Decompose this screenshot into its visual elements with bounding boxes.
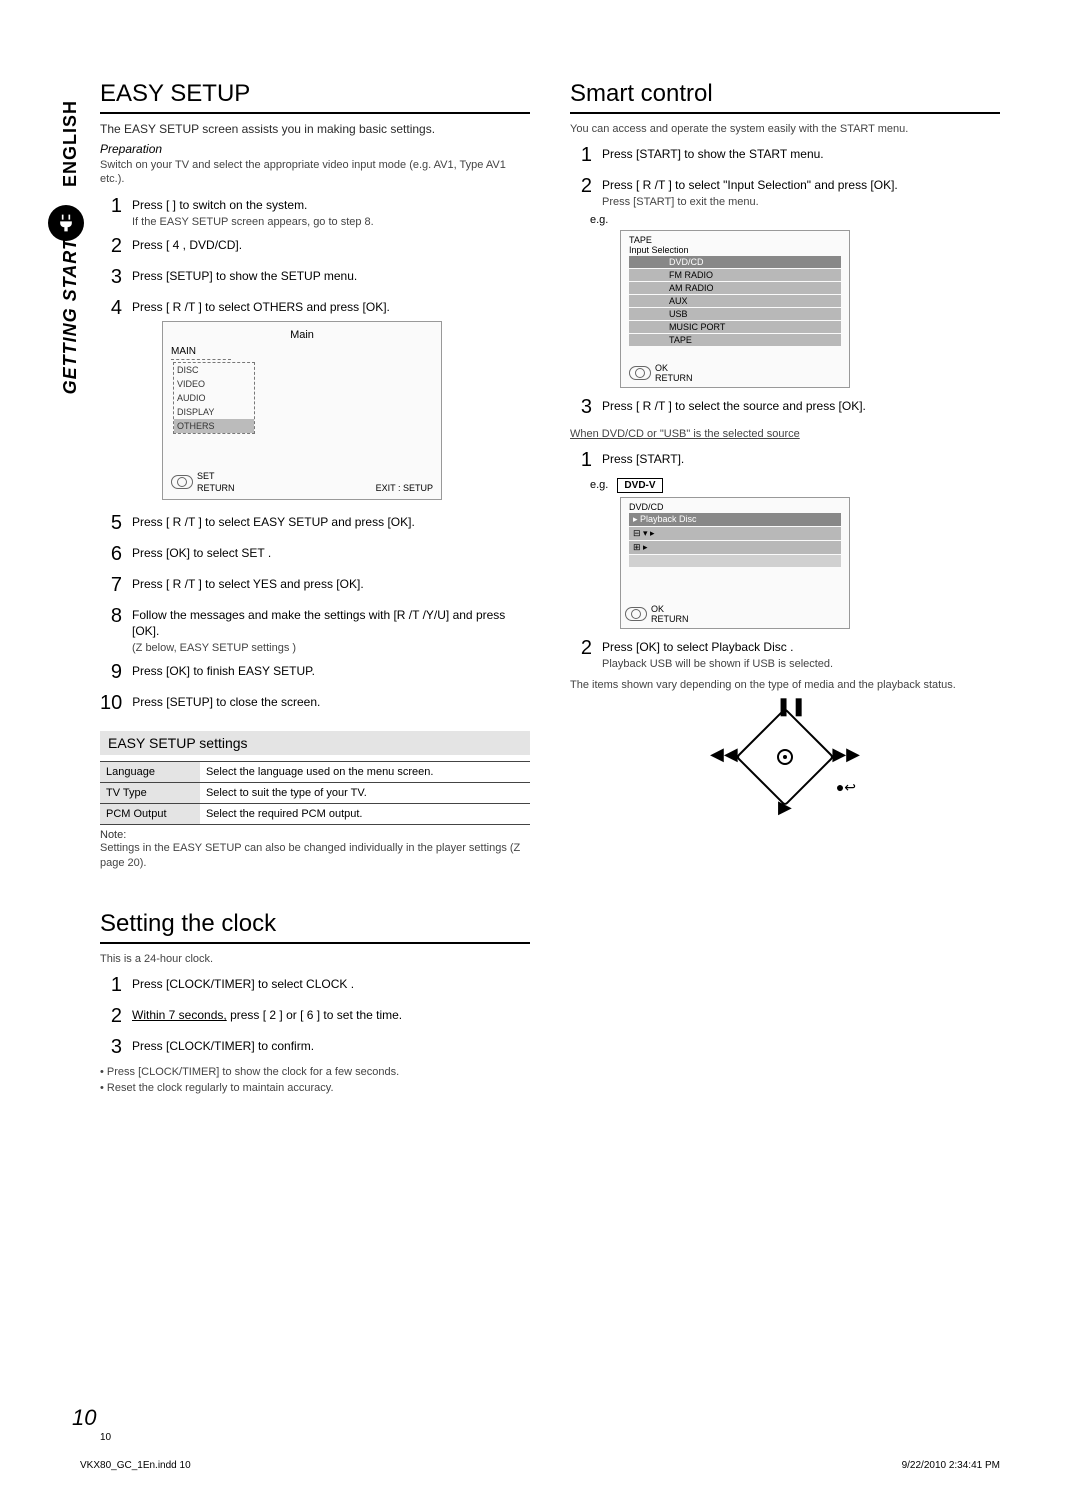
play-icon: ▶ <box>778 797 792 818</box>
menu-main: MAIN <box>171 345 231 360</box>
footer-left: VKX80_GC_1En.indd 10 <box>80 1460 191 1471</box>
playback-box: DVD/CD ▸ Playback Disc ⊟ ▾ ▸ ⊞ ▸ OK RETU… <box>620 497 850 629</box>
side-english: ENGLISH <box>60 100 80 187</box>
settings-table: LanguageSelect the language used on the … <box>100 761 530 825</box>
step-sub: If the EASY SETUP screen appears, go to … <box>132 216 374 228</box>
setup-menu-box: Main MAIN DISC VIDEO AUDIO DISPLAY OTHER… <box>162 321 442 499</box>
return-icon: ●↩ <box>836 779 856 796</box>
easy-setup-title: EASY SETUP <box>100 80 530 114</box>
note-label: Note: <box>100 829 530 841</box>
input-selection-box: TAPE Input Selection DVD/CD FM RADIO AM … <box>620 230 850 388</box>
ok-icon <box>629 366 651 380</box>
footer-right: 9/22/2010 2:34:41 PM <box>902 1460 1000 1471</box>
exit-label: EXIT : SETUP <box>376 482 433 494</box>
clock-note1: • Press [CLOCK/TIMER] to show the clock … <box>100 1065 530 1079</box>
smart-step3: 3Press [ R /T ] to select the source and… <box>570 394 1000 421</box>
clock-intro: This is a 24-hour clock. <box>100 952 530 966</box>
easy-steps: 1 Press [ ] to switch on the system. If … <box>100 193 530 718</box>
menu-items: DISC VIDEO AUDIO DISPLAY OTHERS <box>173 362 255 435</box>
smart-intro: You can access and operate the system ea… <box>570 122 1000 136</box>
rewind-icon: ◀◀ <box>710 744 738 765</box>
page-number: 10 <box>72 1405 96 1431</box>
when-label: When DVD/CD or "USB" is the selected sou… <box>570 427 1000 441</box>
dvd-v-badge: DVD-V <box>617 478 662 493</box>
left-column: EASY SETUP The EASY SETUP screen assists… <box>100 80 530 1098</box>
smart-steps-b: 1Press [START]. <box>570 447 1000 474</box>
preparation-text: Switch on your TV and select the appropr… <box>100 158 530 187</box>
side-tab: GETTING STARTED ENGLISH <box>60 100 81 394</box>
clock-steps: 1Press [CLOCK/TIMER] to select CLOCK . 2… <box>100 972 530 1061</box>
right-column: Smart control You can access and operate… <box>570 80 1000 1098</box>
ok-icon <box>625 607 647 621</box>
smart-control-title: Smart control <box>570 80 1000 114</box>
step-text: Press [ ] to switch on the system. <box>132 198 307 212</box>
ok-icon <box>171 475 193 489</box>
smart-step-b2: 2 Press [OK] to select Playback Disc . P… <box>570 635 1000 671</box>
clock-note2: • Reset the clock regularly to maintain … <box>100 1081 530 1095</box>
forward-icon: ▶▶ <box>832 744 860 765</box>
preparation-label: Preparation <box>100 142 530 156</box>
plug-icon <box>48 205 84 241</box>
page-number-small: 10 <box>100 1432 111 1443</box>
clock-title: Setting the clock <box>100 910 530 944</box>
easy-setup-intro: The EASY SETUP screen assists you in mak… <box>100 122 530 136</box>
easy-settings-head: EASY SETUP settings <box>100 731 530 755</box>
pause-icon: ❚❚ <box>776 696 806 717</box>
smart-steps-a: 1Press [START] to show the START menu. 2… <box>570 142 1000 209</box>
remote-dpad: ❚❚ ◀◀ ▶▶ ▶ ●↩ <box>710 702 860 812</box>
eg2-label: e.g. DVD-V <box>590 478 1000 493</box>
remote-note: The items shown vary depending on the ty… <box>570 678 1000 692</box>
note-text: Settings in the EASY SETUP can also be c… <box>100 841 530 870</box>
menu-title: Main <box>167 328 437 343</box>
eg-label: e.g. <box>590 214 1000 226</box>
